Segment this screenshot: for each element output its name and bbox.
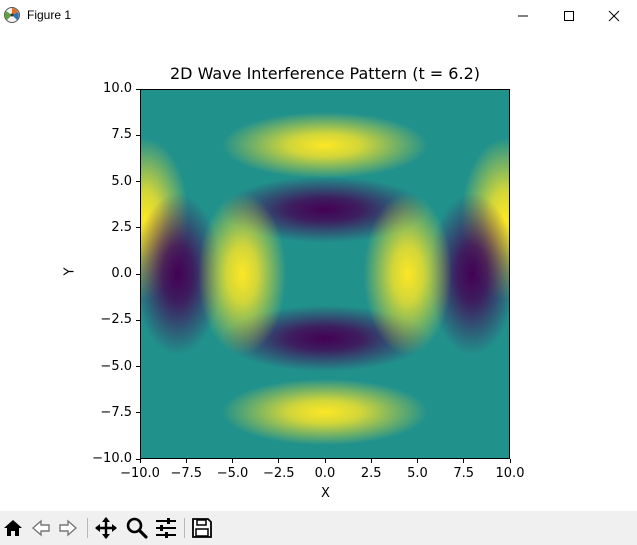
x-tick-label: 10.0 bbox=[495, 466, 525, 481]
close-button[interactable] bbox=[591, 0, 637, 31]
y-tick-label: 0.0 bbox=[111, 266, 132, 281]
back-button[interactable] bbox=[29, 516, 53, 540]
figure-canvas[interactable]: 2D Wave Interference Pattern (t = 6.2) 1… bbox=[0, 31, 637, 511]
forward-icon bbox=[59, 519, 78, 537]
y-tick-mark bbox=[136, 366, 140, 367]
home-button[interactable] bbox=[1, 516, 25, 540]
pan-button[interactable] bbox=[94, 516, 118, 540]
y-tick-mark bbox=[136, 227, 140, 229]
x-tick-mark bbox=[139, 459, 141, 463]
x-axis-label: X bbox=[321, 486, 330, 501]
x-tick-mark bbox=[463, 459, 465, 463]
y-tick-mark bbox=[136, 181, 140, 182]
y-tick-label: −2.5 bbox=[100, 312, 132, 328]
x-tick-mark bbox=[278, 459, 280, 463]
y-tick-label: 10.0 bbox=[103, 81, 132, 96]
maximize-button[interactable] bbox=[546, 0, 592, 31]
y-tick-mark bbox=[136, 319, 140, 321]
y-tick-label: −7.5 bbox=[100, 404, 132, 420]
heatmap-image bbox=[141, 90, 509, 458]
toolbar-separator bbox=[184, 518, 185, 538]
x-tick-mark bbox=[417, 459, 418, 463]
save-icon bbox=[192, 518, 212, 538]
maximize-icon bbox=[564, 10, 574, 21]
figure-window: Figure 1 2D Wave Interference Pattern (t… bbox=[0, 0, 637, 545]
x-tick-mark bbox=[185, 459, 187, 463]
x-tick-mark bbox=[509, 459, 511, 463]
y-tick-mark bbox=[136, 88, 140, 90]
toolbar-separator bbox=[87, 518, 88, 538]
y-tick-label: −5.0 bbox=[100, 358, 132, 374]
y-tick-label: −10.0 bbox=[92, 451, 132, 466]
title-bar: Figure 1 bbox=[0, 0, 637, 31]
configure-subplots-icon bbox=[156, 518, 176, 538]
navigation-toolbar bbox=[0, 511, 637, 545]
y-tick-label: 7.5 bbox=[111, 127, 132, 143]
x-tick-mark bbox=[370, 459, 372, 463]
zoom-icon bbox=[126, 517, 148, 539]
y-tick-mark bbox=[136, 134, 140, 136]
minimize-icon bbox=[518, 15, 528, 16]
x-tick-mark bbox=[232, 459, 233, 463]
home-icon bbox=[4, 520, 22, 536]
configure-subplots-button[interactable] bbox=[154, 516, 178, 540]
forward-button[interactable] bbox=[56, 516, 80, 540]
minimize-button[interactable] bbox=[500, 0, 546, 31]
back-icon bbox=[31, 519, 50, 537]
zoom-button[interactable] bbox=[125, 516, 149, 540]
x-tick-mark bbox=[324, 459, 326, 463]
y-tick-mark bbox=[136, 412, 140, 414]
y-tick-label: 5.0 bbox=[111, 173, 132, 189]
matplotlib-icon bbox=[4, 7, 20, 23]
y-tick-mark bbox=[136, 273, 140, 275]
close-icon bbox=[608, 10, 620, 21]
y-tick-label: 2.5 bbox=[111, 219, 132, 235]
y-axis-label: Y bbox=[62, 267, 78, 276]
axes[interactable] bbox=[140, 89, 510, 459]
pan-icon bbox=[95, 517, 117, 539]
save-button[interactable] bbox=[190, 516, 214, 540]
window-title: Figure 1 bbox=[27, 8, 72, 22]
